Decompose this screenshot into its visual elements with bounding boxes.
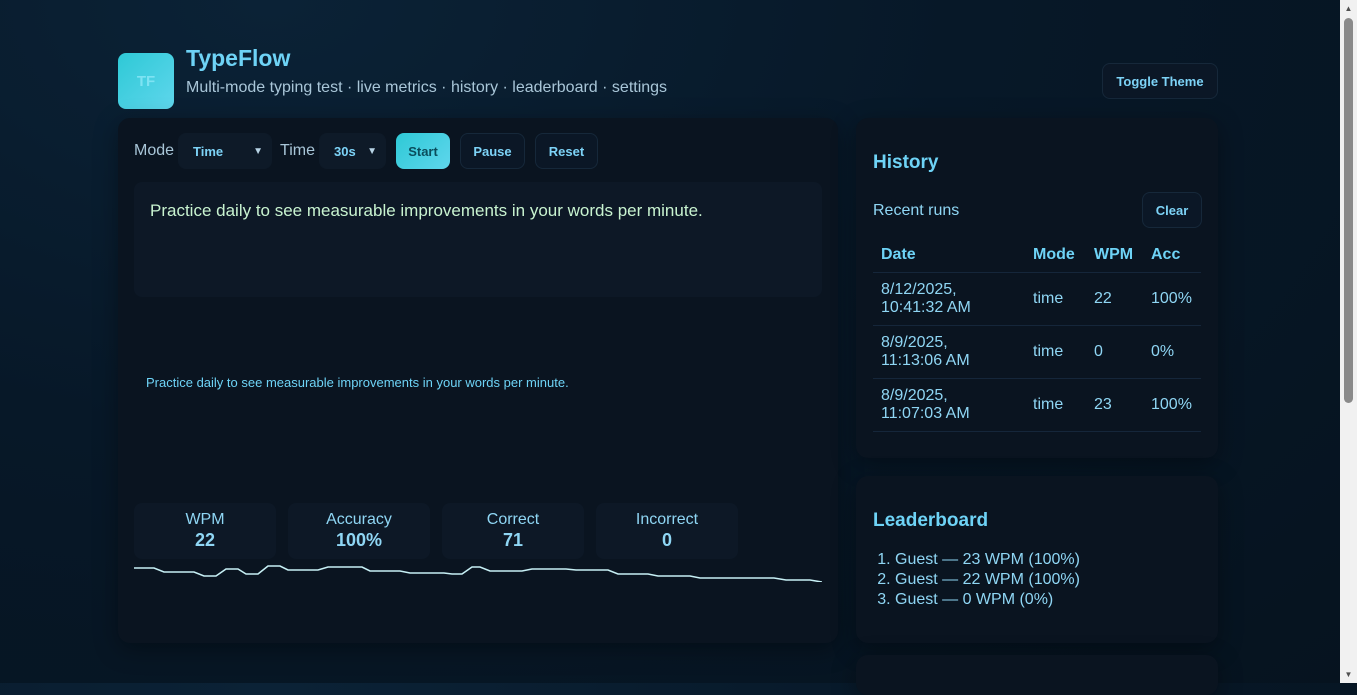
column-header-mode: Mode bbox=[1025, 236, 1086, 273]
stat-label: WPM bbox=[185, 511, 225, 528]
history-mode: time bbox=[1025, 378, 1086, 432]
scrollbar-thumb[interactable] bbox=[1344, 18, 1353, 403]
live-stats: WPM 22 Accuracy 100% Correct 71 Incorrec… bbox=[134, 503, 750, 559]
table-row: 8/12/2025, 10:41:32 AM time 22 100% bbox=[873, 272, 1201, 326]
mode-select-value: Time bbox=[193, 143, 224, 159]
app-title: TypeFlow bbox=[186, 45, 291, 71]
stat-incorrect: Incorrect 0 bbox=[596, 503, 738, 559]
typing-panel: Mode Time ▼ Time 30s ▼ Start Pause Reset… bbox=[118, 118, 838, 643]
page-scrollbar[interactable]: ▲ ▼ bbox=[1340, 0, 1357, 683]
leaderboard-list: Guest — 23 WPM (100%) Guest — 22 WPM (10… bbox=[873, 550, 1080, 610]
logo-text: TF bbox=[136, 72, 156, 90]
table-row: 8/9/2025, 11:07:03 AM time 23 100% bbox=[873, 378, 1201, 432]
leaderboard-title: Leaderboard bbox=[873, 510, 989, 531]
list-item: Guest — 22 WPM (100%) bbox=[895, 570, 1080, 590]
mode-select[interactable]: Time ▼ bbox=[178, 133, 273, 169]
history-mode: time bbox=[1025, 325, 1086, 379]
history-title: History bbox=[873, 152, 939, 173]
scroll-up-arrow-icon[interactable]: ▲ bbox=[1340, 0, 1357, 17]
history-wpm: 22 bbox=[1086, 272, 1143, 326]
chevron-down-icon: ▼ bbox=[367, 145, 377, 157]
clear-history-button[interactable]: Clear bbox=[1142, 192, 1202, 228]
leaderboard-panel: Leaderboard Guest — 23 WPM (100%) Guest … bbox=[856, 476, 1218, 643]
stat-wpm: WPM 22 bbox=[134, 503, 276, 559]
chevron-down-icon: ▼ bbox=[253, 145, 264, 157]
scroll-down-arrow-icon[interactable]: ▼ bbox=[1340, 666, 1357, 683]
history-header-row: Date Mode WPM Acc bbox=[873, 236, 1201, 273]
recent-runs-label: Recent runs bbox=[873, 202, 960, 219]
history-wpm: 23 bbox=[1086, 378, 1143, 432]
table-row: 8/9/2025, 11:13:06 AM time 0 0% bbox=[873, 325, 1201, 379]
time-label: Time bbox=[280, 142, 315, 159]
target-text: Practice daily to see measurable improve… bbox=[150, 201, 703, 220]
toggle-theme-button[interactable]: Toggle Theme bbox=[1102, 63, 1218, 99]
column-header-date: Date bbox=[873, 236, 1025, 273]
history-panel: History Recent runs Clear Date Mode WPM … bbox=[856, 118, 1218, 458]
stat-value: 71 bbox=[502, 530, 524, 550]
stat-label: Incorrect bbox=[635, 511, 699, 528]
stat-accuracy: Accuracy 100% bbox=[288, 503, 430, 559]
sparkline-line bbox=[134, 565, 822, 582]
wpm-sparkline bbox=[134, 565, 822, 582]
stat-value: 100% bbox=[335, 530, 383, 550]
history-acc: 100% bbox=[1143, 378, 1201, 432]
pause-button[interactable]: Pause bbox=[460, 133, 525, 169]
history-acc: 0% bbox=[1143, 325, 1201, 379]
stat-correct: Correct 71 bbox=[442, 503, 584, 559]
reset-button[interactable]: Reset bbox=[535, 133, 598, 169]
typing-text-area[interactable]: Practice daily to see measurable improve… bbox=[134, 182, 822, 297]
history-table: Date Mode WPM Acc 8/12/2025, 10:41:32 AM … bbox=[873, 236, 1201, 432]
column-header-acc: Acc bbox=[1143, 236, 1201, 273]
history-date: 8/9/2025, 11:13:06 AM bbox=[873, 325, 1025, 379]
app-container: TF TypeFlow Multi-mode typing test · liv… bbox=[118, 0, 1218, 695]
stat-value: 22 bbox=[194, 530, 216, 550]
history-mode: time bbox=[1025, 272, 1086, 326]
time-select[interactable]: 30s ▼ bbox=[319, 133, 386, 169]
stat-label: Accuracy bbox=[326, 511, 392, 528]
history-date: 8/9/2025, 11:07:03 AM bbox=[873, 378, 1025, 432]
list-item: Guest — 0 WPM (0%) bbox=[895, 590, 1080, 610]
typed-input-echo: Practice daily to see measurable improve… bbox=[146, 375, 569, 390]
controls-bar: Mode Time ▼ Time 30s ▼ Start Pause Reset bbox=[134, 133, 598, 169]
app-subtitle: Multi-mode typing test · live metrics · … bbox=[186, 79, 668, 96]
history-date: 8/12/2025, 10:41:32 AM bbox=[873, 272, 1025, 326]
time-select-value: 30s bbox=[334, 143, 356, 159]
mode-label: Mode bbox=[134, 142, 175, 159]
app-logo: TF bbox=[118, 53, 174, 109]
history-wpm: 0 bbox=[1086, 325, 1143, 379]
start-button[interactable]: Start bbox=[396, 133, 450, 169]
settings-panel bbox=[856, 655, 1218, 695]
stat-label: Correct bbox=[486, 511, 540, 528]
column-header-wpm: WPM bbox=[1086, 236, 1143, 273]
stat-value: 0 bbox=[661, 530, 672, 550]
history-acc: 100% bbox=[1143, 272, 1201, 326]
list-item: Guest — 23 WPM (100%) bbox=[895, 550, 1080, 570]
